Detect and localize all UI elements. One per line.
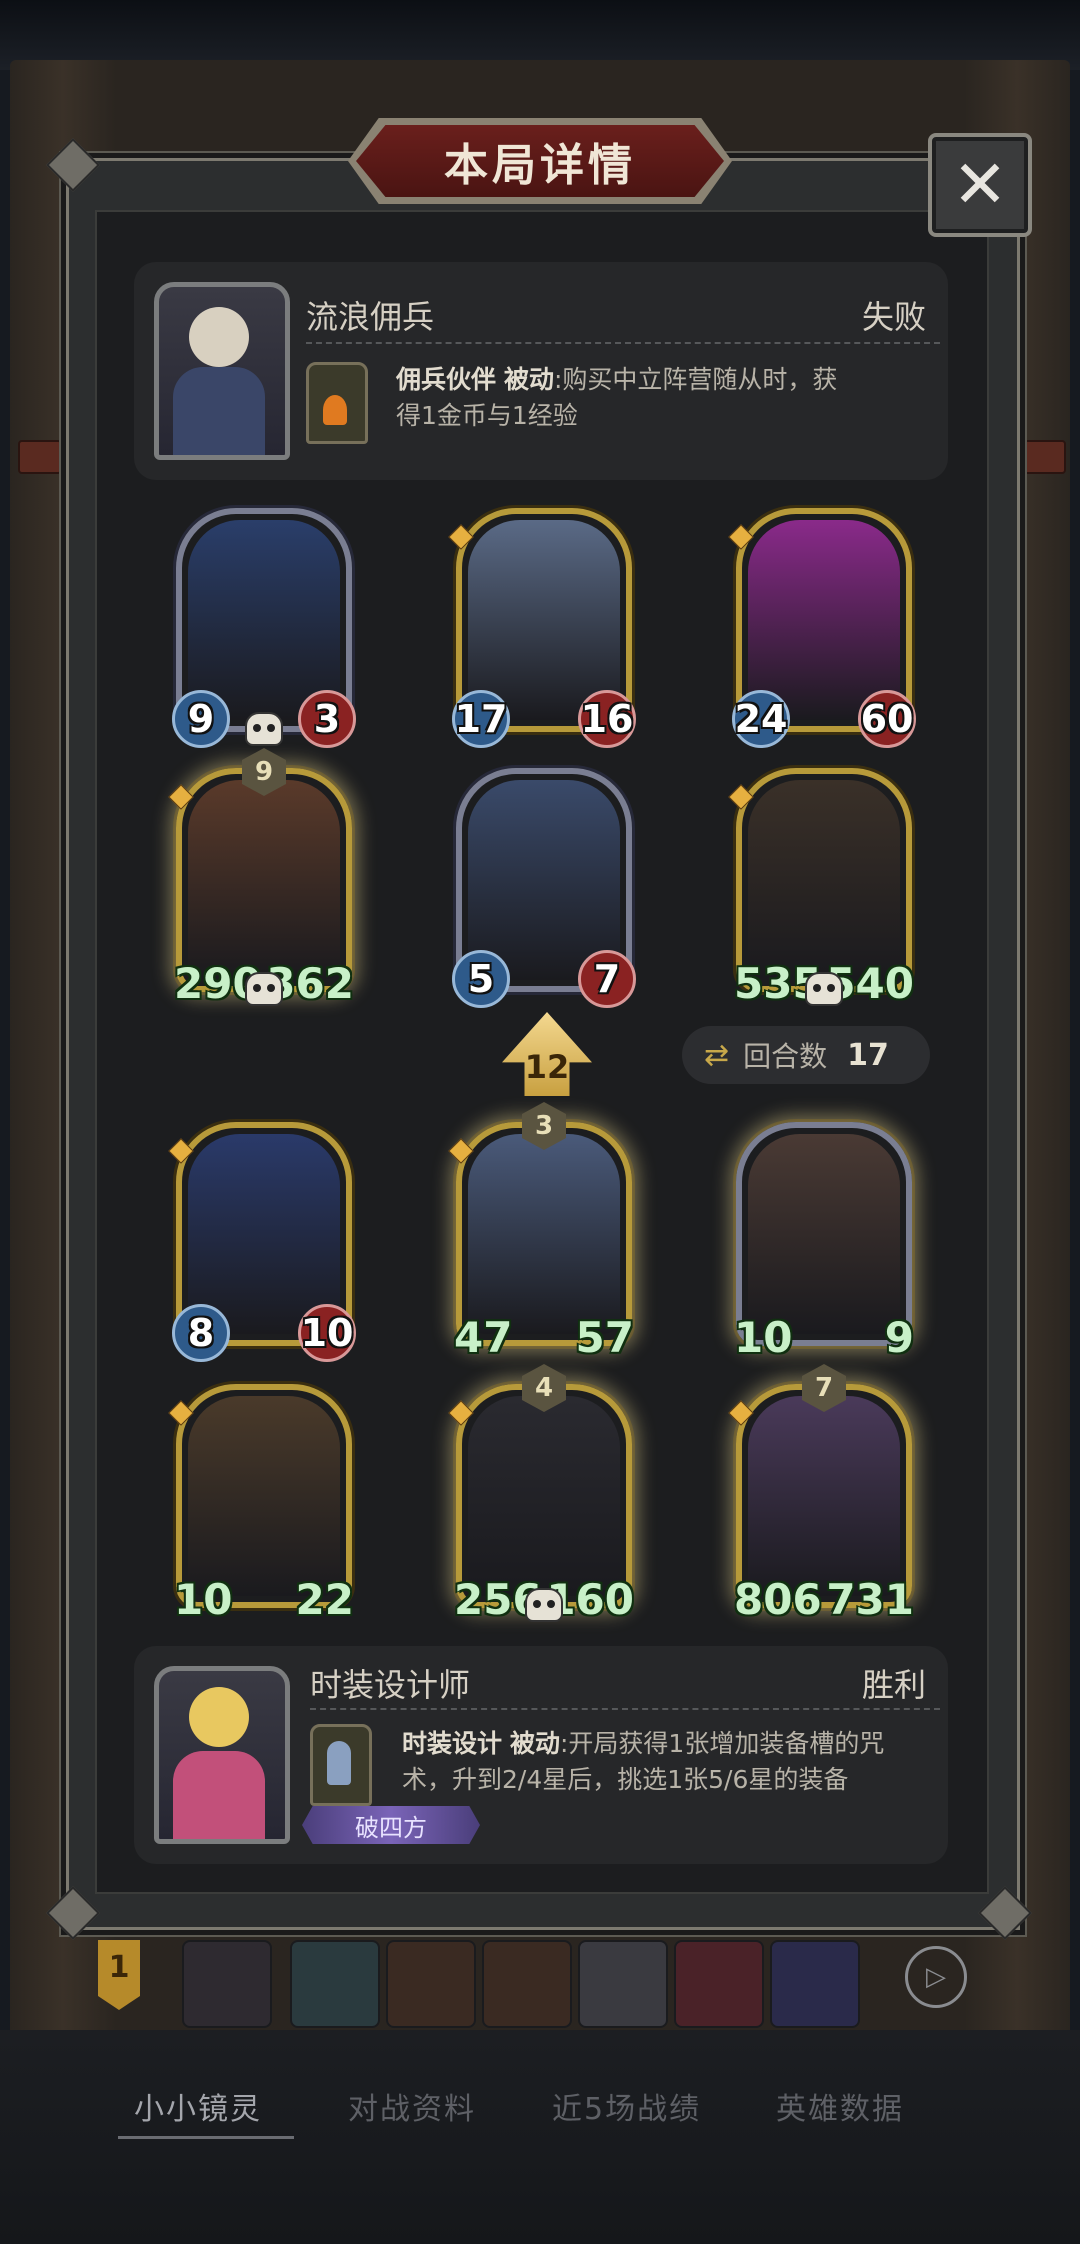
opponent-hero-portrait bbox=[154, 282, 290, 460]
opponent-unit-attack: 17 bbox=[452, 690, 510, 748]
opponent-skill-icon bbox=[306, 362, 368, 444]
player-unit-health: 57 bbox=[575, 1313, 634, 1362]
skull-icon bbox=[245, 972, 283, 1006]
player-hero-portrait bbox=[154, 1666, 290, 1844]
opponent-skill-name: 佣兵伙伴 bbox=[396, 365, 497, 394]
opponent-hero-card[interactable]: 流浪佣兵 失败 佣兵伙伴 被动:购买中立阵营随从时，获 得1金币与1经验 bbox=[134, 262, 948, 480]
opponent-unit-art bbox=[748, 520, 900, 720]
player-unit-health: 731 bbox=[826, 1575, 914, 1624]
opponent-skill-desc-2: 得1金币与1经验 bbox=[396, 401, 578, 430]
skull-icon bbox=[245, 712, 283, 746]
player-unit-card[interactable]: 10 22 bbox=[168, 1384, 354, 1624]
player-skill-desc-2: 术，升到2/4星后，挑选1张5/6星的装备 bbox=[402, 1765, 849, 1794]
player-unit-art bbox=[748, 1396, 900, 1596]
skull-icon bbox=[525, 1588, 563, 1622]
tab-battle-data[interactable]: 对战资料 bbox=[348, 2084, 476, 2128]
opponent-unit-health: 7 bbox=[578, 950, 636, 1008]
opponent-unit-card[interactable]: 57 bbox=[452, 768, 636, 1008]
lineup-slot[interactable] bbox=[770, 1940, 860, 2028]
refresh-icon: ⇄ bbox=[704, 1037, 730, 1073]
tab-little-mirror-spirit[interactable]: 小小镜灵 bbox=[134, 2084, 262, 2128]
player-unit-card[interactable]: 10 9 bbox=[734, 1122, 914, 1362]
close-button[interactable]: ✕ bbox=[928, 133, 1032, 237]
divider bbox=[306, 342, 940, 344]
player-unit-health: 9 bbox=[884, 1313, 914, 1362]
opponent-unit-health: 3 bbox=[298, 690, 356, 748]
opponent-unit-art bbox=[468, 520, 620, 720]
player-unit-attack: 10 bbox=[734, 1313, 793, 1362]
player-unit-card[interactable]: 8 10 bbox=[168, 1122, 356, 1362]
opponent-unit-art bbox=[748, 780, 900, 980]
opponent-skill-type: 被动 bbox=[503, 365, 554, 394]
opponent-unit-card[interactable]: 535 540 bbox=[728, 768, 914, 1008]
player-unit-attack: 8 bbox=[172, 1304, 230, 1362]
title-banner: 本局详情 bbox=[348, 118, 732, 204]
player-hero-badge: 破四方 bbox=[302, 1806, 480, 1844]
opponent-unit-health: 16 bbox=[578, 690, 636, 748]
opponent-result: 失败 bbox=[861, 298, 926, 336]
lineup-slot[interactable] bbox=[482, 1940, 572, 2028]
player-unit-art bbox=[468, 1134, 620, 1334]
player-unit-card[interactable]: 4 256 160 bbox=[448, 1364, 634, 1624]
player-skill-icon bbox=[310, 1724, 372, 1806]
player-skill-text: 时装设计 被动:开局获得1张增加装备槽的咒 术，升到2/4星后，挑选1张5/6星… bbox=[402, 1726, 932, 1798]
player-unit-attack: 47 bbox=[454, 1313, 513, 1362]
left-rail-decoration bbox=[18, 440, 62, 474]
player-unit-attack: 10 bbox=[174, 1575, 233, 1624]
bottom-tabs: 小小镜灵 对战资料 近5场战绩 英雄数据 bbox=[0, 2084, 1080, 2144]
lineup-slot[interactable] bbox=[182, 1940, 272, 2028]
lineup-strip bbox=[90, 1940, 990, 2030]
opponent-unit-health: 60 bbox=[858, 690, 916, 748]
right-rail-decoration bbox=[1022, 440, 1066, 474]
opponent-unit-art bbox=[188, 780, 340, 980]
close-icon: ✕ bbox=[952, 146, 1008, 223]
player-unit-health: 22 bbox=[295, 1575, 354, 1624]
opponent-unit-attack: 5 bbox=[452, 950, 510, 1008]
player-skill-type: 被动 bbox=[509, 1729, 560, 1758]
tab-hero-data[interactable]: 英雄数据 bbox=[776, 2084, 904, 2128]
tab-recent-5-records[interactable]: 近5场战绩 bbox=[552, 2084, 701, 2128]
lineup-slot[interactable] bbox=[386, 1940, 476, 2028]
opponent-unit-art bbox=[188, 520, 340, 720]
lineup-slot[interactable] bbox=[290, 1940, 380, 2028]
opponent-skill-text: 佣兵伙伴 被动:购买中立阵营随从时，获 得1金币与1经验 bbox=[396, 362, 926, 434]
player-skill-desc-1: :开局获得1张增加装备槽的咒 bbox=[559, 1729, 885, 1758]
skull-icon bbox=[805, 972, 843, 1006]
opponent-unit-card[interactable]: 17 16 bbox=[448, 508, 636, 748]
opponent-unit-attack: 9 bbox=[172, 690, 230, 748]
turn-count-pill: ⇄ 回合数 17 bbox=[682, 1026, 930, 1084]
active-tab-underline bbox=[118, 2136, 294, 2139]
player-unit-art bbox=[188, 1134, 340, 1334]
player-unit-art bbox=[748, 1134, 900, 1334]
opponent-unit-attack: 24 bbox=[732, 690, 790, 748]
player-unit-art bbox=[468, 1396, 620, 1596]
replay-play-icon[interactable]: ▷ bbox=[905, 1946, 967, 2008]
player-unit-health: 10 bbox=[298, 1304, 356, 1362]
opponent-skill-desc-1: :购买中立阵营随从时，获 bbox=[553, 365, 838, 394]
turn-count-value: 17 bbox=[847, 1037, 889, 1073]
turn-count-label: 回合数 bbox=[743, 1040, 828, 1073]
lineup-slot[interactable] bbox=[674, 1940, 764, 2028]
player-unit-card[interactable]: 7 806 731 bbox=[728, 1364, 914, 1624]
player-result: 胜利 bbox=[861, 1666, 926, 1704]
opponent-unit-card[interactable]: 24 60 bbox=[728, 508, 916, 748]
player-skill-name: 时装设计 bbox=[402, 1729, 503, 1758]
player-unit-attack: 806 bbox=[734, 1575, 822, 1624]
opponent-unit-art bbox=[468, 780, 620, 980]
panel-title: 本局详情 bbox=[356, 125, 724, 197]
player-hero-name: 时装设计师 bbox=[310, 1666, 471, 1704]
divider bbox=[310, 1708, 940, 1710]
opponent-unit-card[interactable]: 9 290 362 bbox=[168, 748, 354, 1008]
lineup-slot[interactable] bbox=[578, 1940, 668, 2028]
opponent-unit-card[interactable]: 93 bbox=[172, 508, 356, 748]
opponent-hero-name: 流浪佣兵 bbox=[306, 298, 435, 336]
player-unit-card[interactable]: 3 47 57 bbox=[448, 1102, 634, 1362]
player-hero-card[interactable]: 时装设计师 胜利 时装设计 被动:开局获得1张增加装备槽的咒 术，升到2/4星后… bbox=[134, 1646, 948, 1864]
player-unit-art bbox=[188, 1396, 340, 1596]
